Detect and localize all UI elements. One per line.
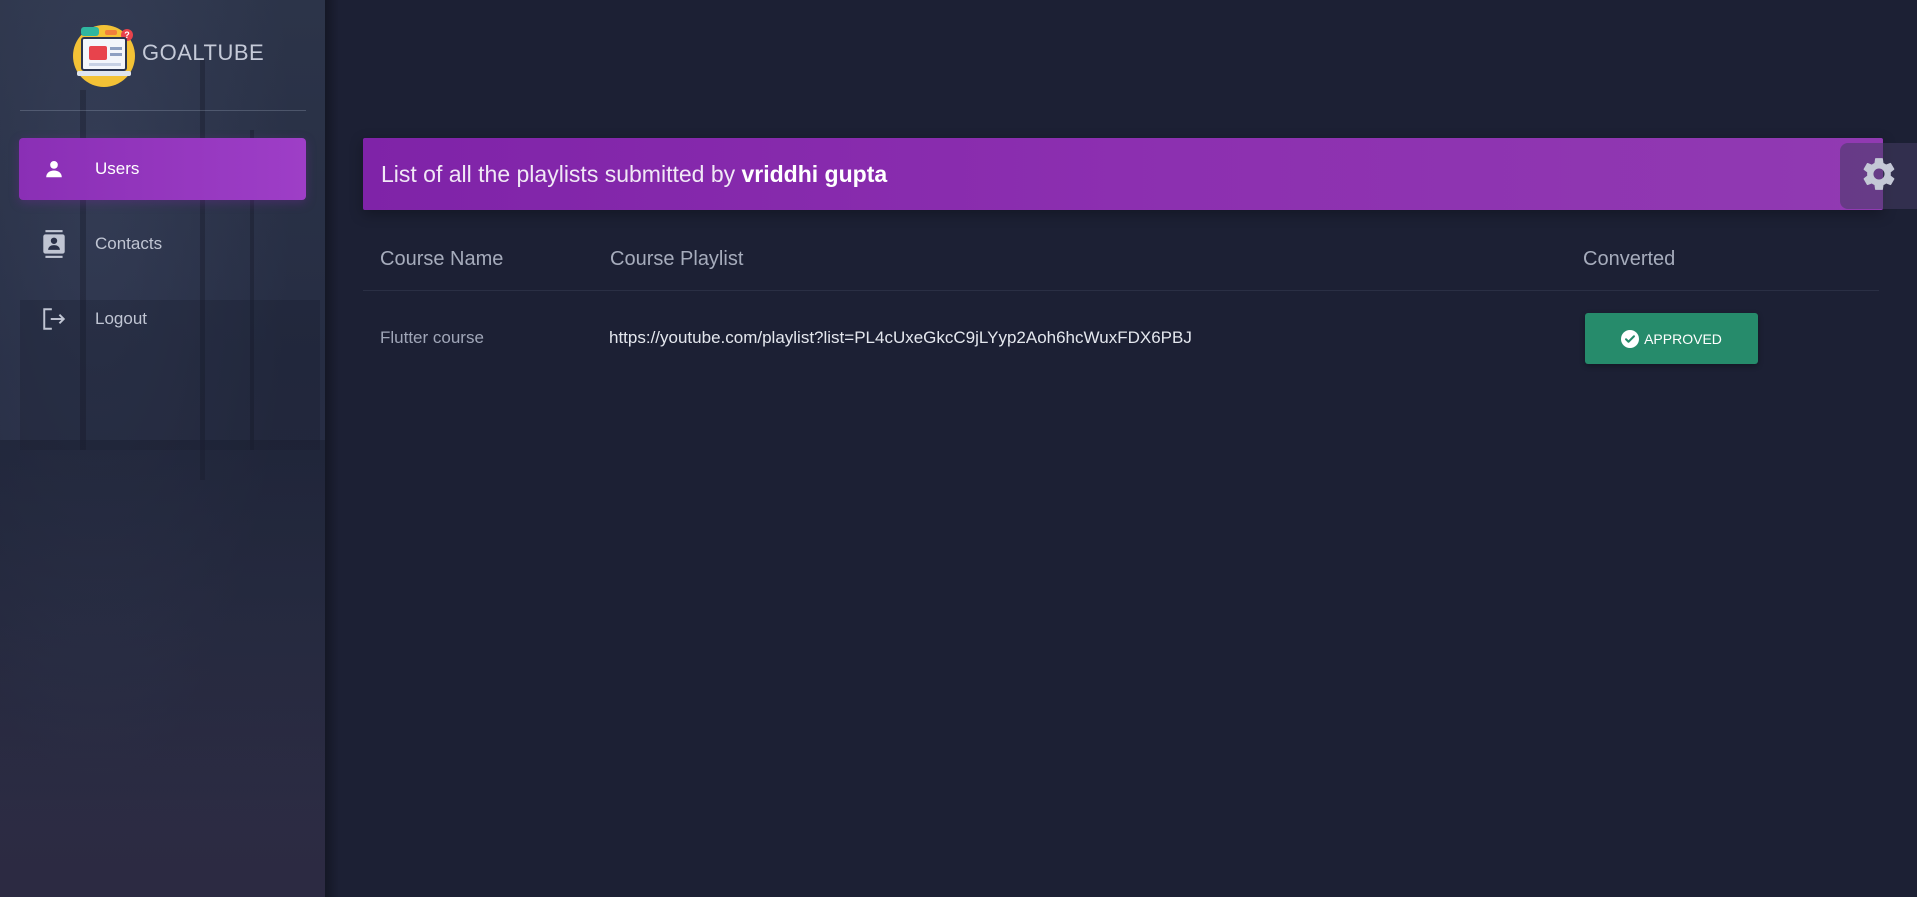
sidebar-divider <box>20 110 306 111</box>
column-header-converted: Converted <box>1583 248 1676 270</box>
course-playlist-cell: https://youtube.com/playlist?list=PL4cUx… <box>609 328 1192 347</box>
playlists-table: Course Name Course Playlist Converted Fl… <box>363 230 1879 387</box>
person-icon <box>39 154 69 184</box>
check-circle-icon <box>1621 329 1640 348</box>
brand[interactable]: ? GOALTUBE <box>0 0 325 110</box>
gear-icon <box>1860 155 1898 198</box>
sidebar-item-logout[interactable]: Logout <box>19 288 306 350</box>
page-title: List of all the playlists submitted by v… <box>381 161 887 188</box>
settings-button[interactable] <box>1840 143 1917 209</box>
contacts-icon <box>39 229 69 259</box>
course-name-cell: Flutter course <box>380 328 484 347</box>
page-header-card: List of all the playlists submitted by v… <box>363 138 1883 210</box>
column-header-course-playlist: Course Playlist <box>610 248 744 270</box>
sidebar-item-label: Logout <box>95 309 147 328</box>
sidebar: ? GOALTUBE Users Contacts Logout <box>0 0 325 897</box>
page-title-prefix: List of all the playlists submitted by <box>381 160 742 187</box>
goaltube-logo-icon: ? <box>73 25 135 87</box>
brand-name: GOALTUBE <box>142 40 265 65</box>
approved-label: APPROVED <box>1644 330 1722 347</box>
page-title-user: vriddhi gupta <box>741 160 888 187</box>
approved-button[interactable]: APPROVED <box>1585 313 1758 364</box>
sidebar-item-contacts[interactable]: Contacts <box>19 213 306 275</box>
table-row: Flutter course https://youtube.com/playl… <box>363 291 1879 387</box>
sidebar-item-label: Users <box>95 159 140 178</box>
app-root: ? GOALTUBE Users Contacts Logout List of… <box>0 0 1917 897</box>
background-reflection <box>0 440 325 800</box>
table-header: Course Name Course Playlist Converted <box>363 230 1879 291</box>
sidebar-shadow <box>325 0 339 897</box>
sidebar-item-users[interactable]: Users <box>19 138 306 200</box>
sidebar-item-label: Contacts <box>95 234 163 253</box>
column-header-course-name: Course Name <box>380 248 504 270</box>
logout-icon <box>39 304 69 334</box>
